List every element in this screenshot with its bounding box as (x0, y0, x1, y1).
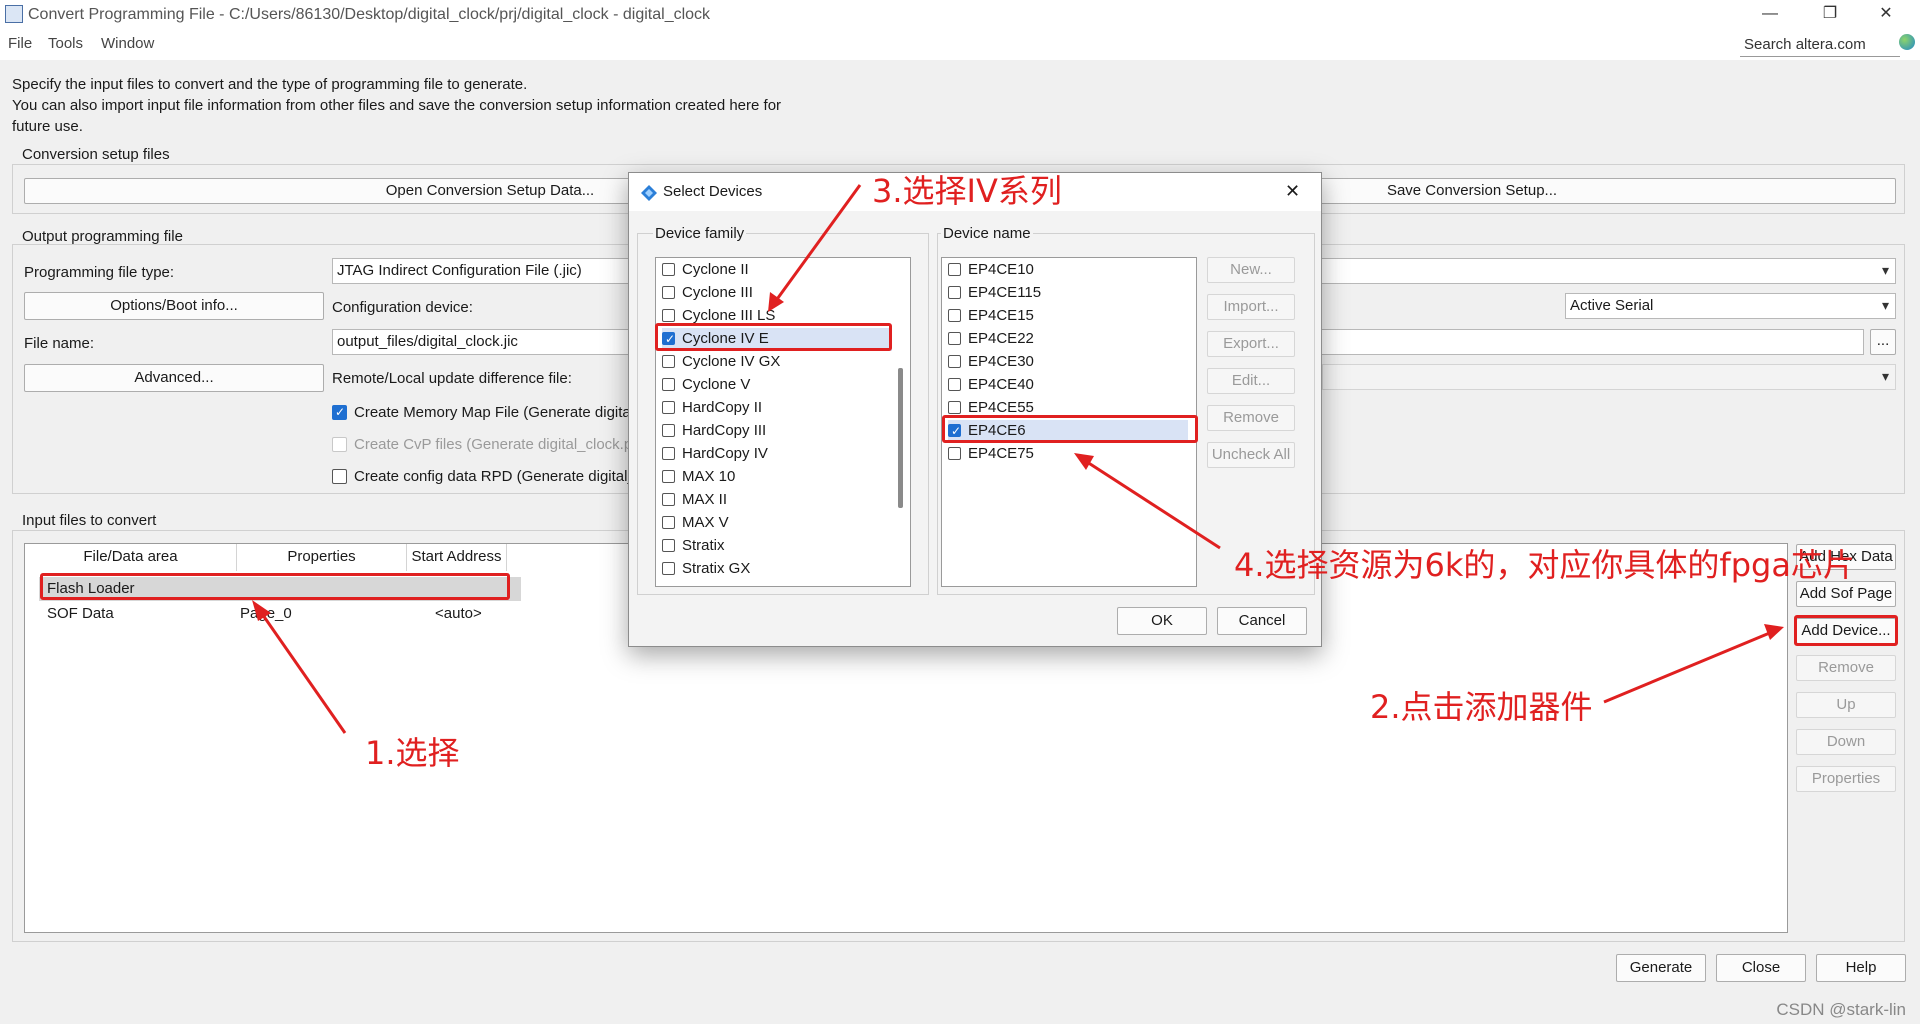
annotation-step-2: 2.点击添加器件 (1370, 688, 1593, 726)
annotation-step-1: 1.选择 (365, 734, 460, 772)
annotation-step-3: 3.选择IV系列 (872, 172, 1062, 210)
watermark: CSDN @stark-lin (1776, 1000, 1906, 1019)
annotation-step-4: 4.选择资源为6k的，对应你具体的fpga芯片 (1234, 546, 1855, 584)
annotation-arrows (252, 184, 1784, 734)
